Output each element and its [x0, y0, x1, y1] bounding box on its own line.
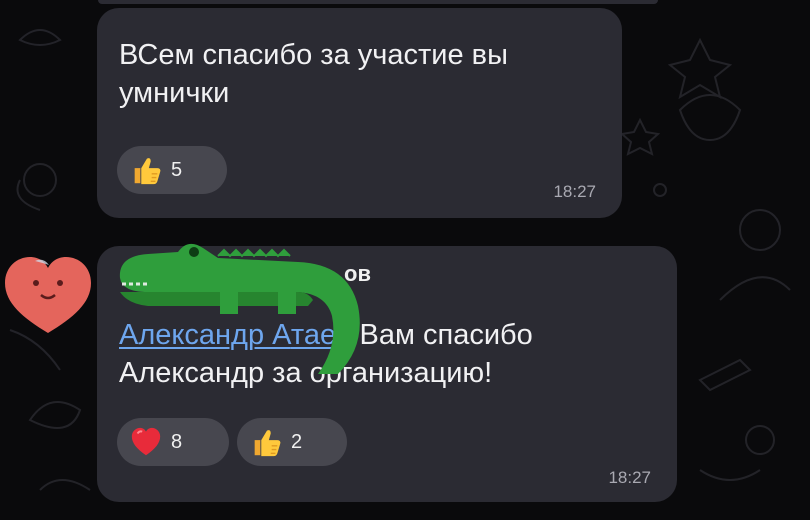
reaction-count: 8 — [171, 430, 183, 453]
thumbs-up-icon — [254, 430, 281, 457]
reaction-thumbs-up[interactable]: 5 — [117, 146, 227, 194]
heart-icon — [131, 427, 161, 456]
reaction-heart[interactable]: 8 — [117, 418, 229, 466]
chat-background: ВСем спасибо за участие вы умнички 5 18:… — [0, 0, 810, 520]
thumbs-up-icon — [134, 158, 161, 185]
message-text-line: умнички — [119, 77, 230, 109]
reaction-count: 2 — [291, 430, 303, 453]
message-bubble[interactable]: ВСем спасибо за участие вы умнички 5 18:… — [97, 8, 622, 218]
previous-message-edge — [98, 0, 658, 4]
message-text: ВСем спасибо за участие вы умнички — [119, 36, 508, 112]
message-text-segment: Вам спасибо — [351, 319, 533, 351]
message-time: 18:27 — [553, 182, 596, 201]
message-time: 18:27 — [608, 468, 651, 487]
reaction-count: 5 — [171, 158, 183, 181]
heart-avatar-icon[interactable] — [3, 253, 93, 339]
message-text-line: ВСем спасибо за участие вы — [119, 39, 508, 71]
crocodile-sticker-icon — [119, 243, 360, 374]
reaction-thumbs-up[interactable]: 2 — [237, 418, 347, 466]
